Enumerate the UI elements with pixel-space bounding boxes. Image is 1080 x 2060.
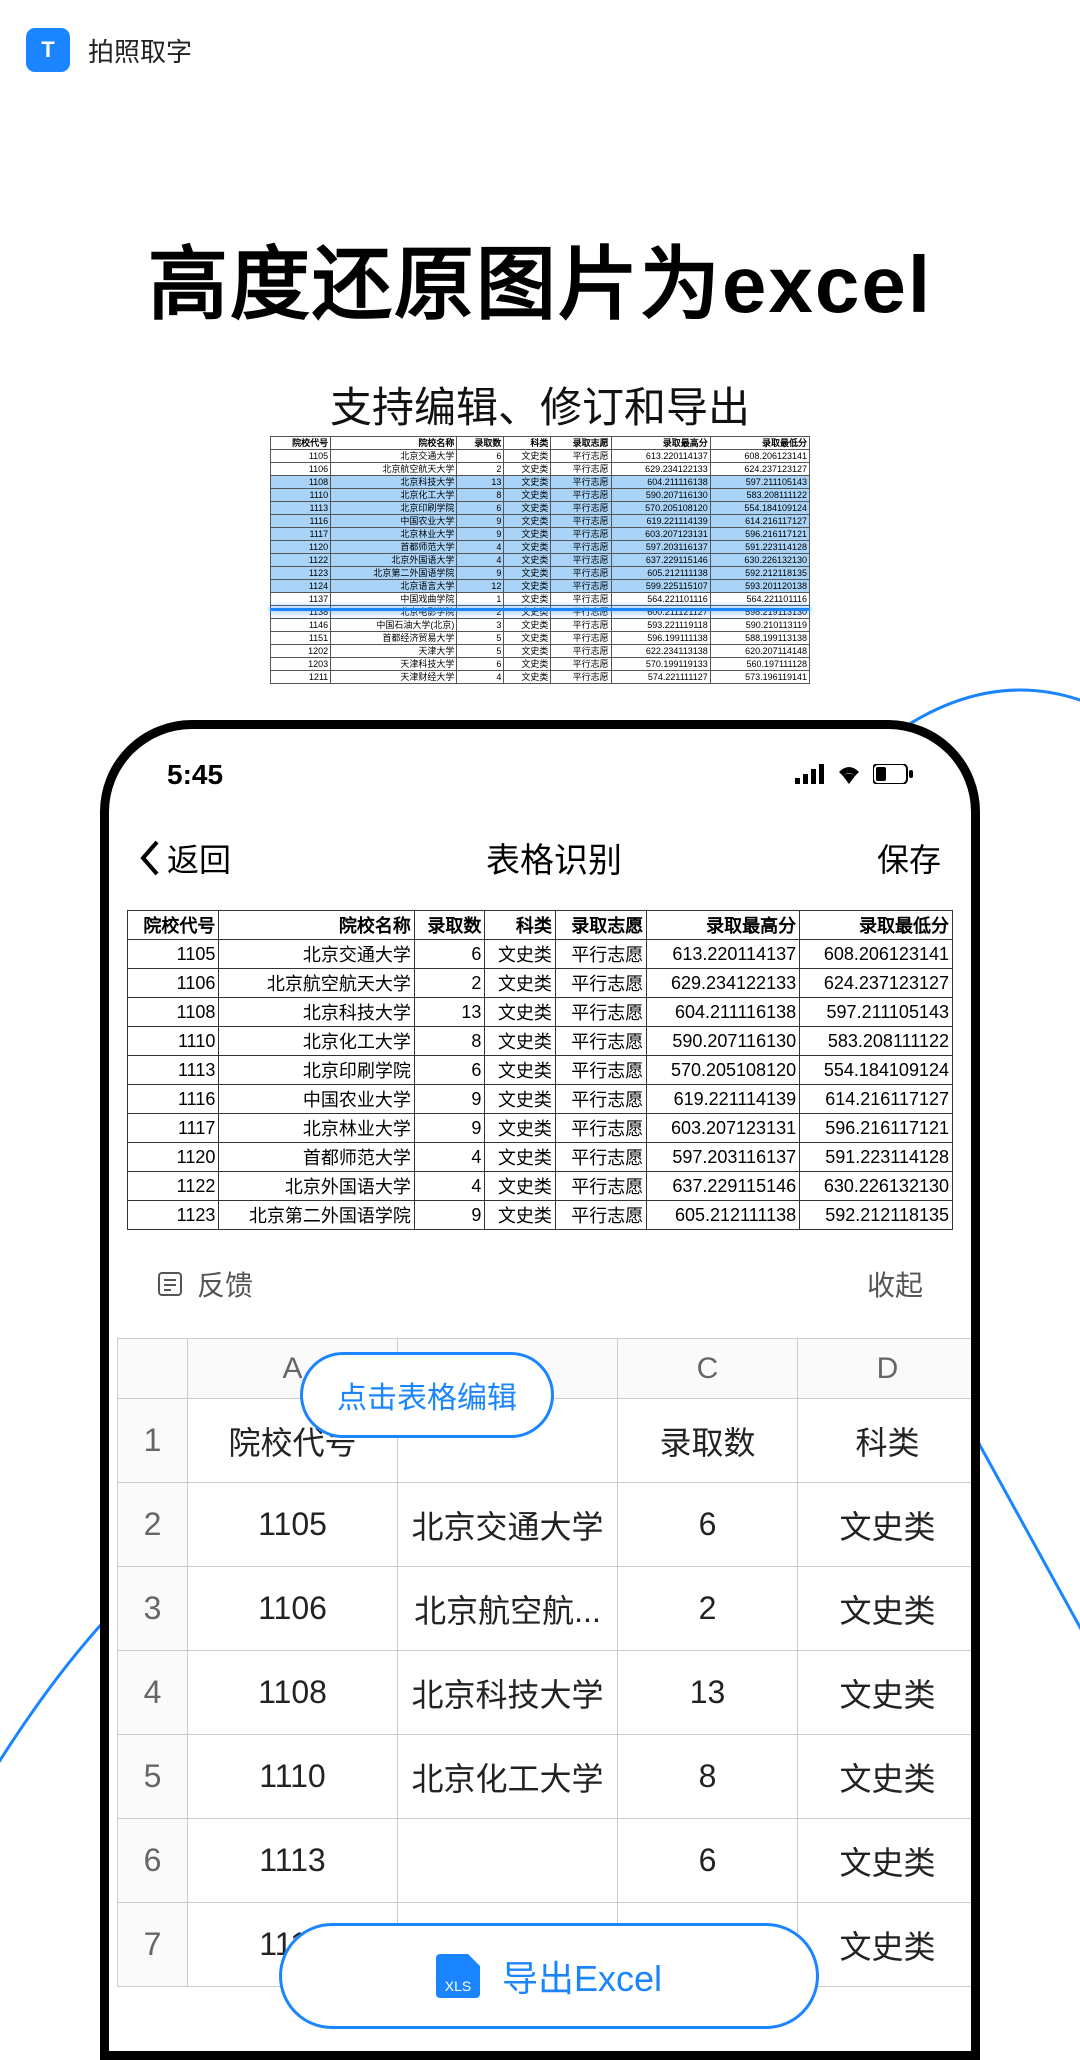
signal-icon	[795, 759, 825, 791]
nav-bar: 返回 表格识别 保存	[117, 815, 963, 910]
feedback-bar: 反馈 收起	[117, 1230, 963, 1338]
export-label: 导出Excel	[502, 1950, 662, 2002]
hero-subtitle: 支持编辑、修订和导出	[0, 374, 1080, 435]
editable-sheet[interactable]: ABCD1院校代号录取数科类21105北京交通大学6文史类31106北京航空航.…	[117, 1338, 963, 1987]
hero: 高度还原图片为excel 支持编辑、修订和导出	[0, 220, 1080, 435]
feedback-label: 反馈	[197, 1264, 253, 1304]
app-icon: T	[26, 28, 70, 72]
page-title: 表格识别	[486, 833, 622, 882]
status-bar: 5:45	[117, 749, 963, 815]
hero-title: 高度还原图片为excel	[0, 220, 1080, 336]
battery-icon	[873, 759, 913, 791]
app-header: T 拍照取字	[0, 0, 1080, 100]
xls-icon: XLS	[436, 1954, 480, 1998]
collapse-button[interactable]: 收起	[867, 1264, 923, 1304]
app-name: 拍照取字	[88, 32, 192, 69]
feedback-icon	[157, 1271, 183, 1297]
save-button[interactable]: 保存	[877, 835, 941, 881]
wifi-icon	[835, 759, 863, 791]
back-label: 返回	[167, 835, 231, 881]
status-time: 5:45	[167, 759, 223, 791]
scan-line	[270, 608, 810, 611]
export-excel-button[interactable]: XLS 导出Excel	[279, 1923, 819, 2029]
chevron-left-icon	[139, 840, 161, 876]
edit-tip-bubble: 点击表格编辑	[300, 1352, 554, 1438]
back-button[interactable]: 返回	[139, 835, 231, 881]
recognized-table: 院校代号院校名称录取数科类录取志愿录取最高分录取最低分1105北京交通大学6文史…	[127, 910, 953, 1230]
feedback-button[interactable]: 反馈	[157, 1264, 253, 1304]
scan-preview: 院校代号院校名称录取数科类录取志愿录取最高分录取最低分1105北京交通大学6文史…	[270, 436, 810, 684]
